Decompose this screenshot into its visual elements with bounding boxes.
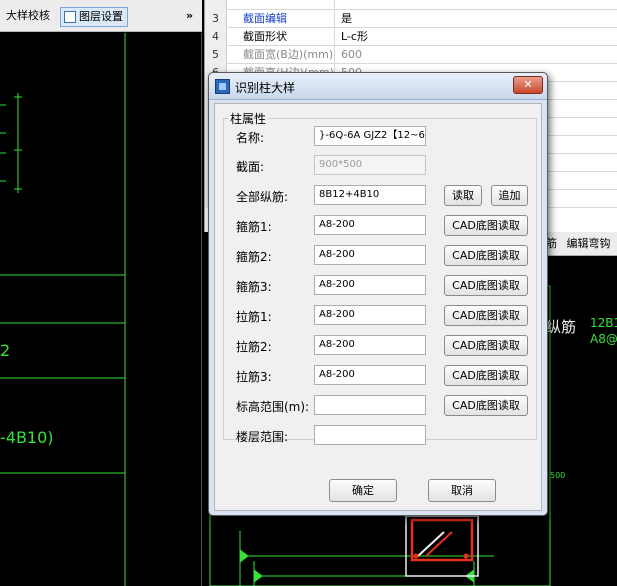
row-key: 截面宽(B边)(mm) [229,46,335,64]
row-value[interactable]: L-c形 [339,28,368,45]
table-row[interactable] [205,0,617,10]
table-row[interactable]: 3 截面编辑 是 [205,10,617,28]
cad-text-2: 2 [0,341,11,360]
dialog-body: 柱属性 名称: }-6Q-6A GJZ2【12~69】 截面: 900*500 … [214,103,542,511]
row-number: 3 [205,10,227,28]
all-long-rebar-input[interactable]: 8B12+4B10 [314,185,426,205]
tie2-label: 拉筋2: [236,340,272,354]
row-number: 5 [205,46,227,64]
row-key [229,0,335,10]
floor-range-label: 楼层范围: [236,430,289,444]
elevation-range-input[interactable] [314,395,426,415]
tie1-label: 拉筋1: [236,310,272,324]
stirrup1-cad-read-button[interactable]: CAD底图读取 [444,215,528,236]
table-row[interactable]: 5 截面宽(B边)(mm) 600 [205,46,617,64]
ok-button[interactable]: 确定 [329,479,397,502]
tie2-cad-read-button[interactable]: CAD底图读取 [444,335,528,356]
stirrup1-input[interactable]: A8-200 [314,215,426,235]
tie1-input[interactable]: A8-200 [314,305,426,325]
elevation-cad-read-button[interactable]: CAD底图读取 [444,395,528,416]
row-key: 截面编辑 [229,10,335,28]
stirrup2-label: 箍筋2: [236,250,272,264]
group-title: 柱属性 [228,110,269,127]
row-number: 4 [205,28,227,46]
drawing-label-a8: A8@1 [590,332,617,346]
stirrup2-input[interactable]: A8-200 [314,245,426,265]
section-input[interactable]: 900*500 [314,155,426,175]
drawing-label-rebar: 纵筋 [546,318,577,336]
left-cad-canvas[interactable]: 2 -4B10) [0,33,202,586]
elevation-range-label: 标高范围(m): [236,400,310,414]
tie2-input[interactable]: A8-200 [314,335,426,355]
drawing-label-12b: 12B1 [590,316,617,330]
append-button[interactable]: 追加 [491,185,528,206]
stirrup1-label: 箍筋1: [236,220,272,234]
tie1-cad-read-button[interactable]: CAD底图读取 [444,305,528,326]
row-value[interactable]: 600 [339,46,362,63]
dialog-title: 识别柱大样 [235,81,296,95]
name-label: 名称: [236,131,265,145]
stirrup3-cad-read-button[interactable]: CAD底图读取 [444,275,528,296]
stirrup2-cad-read-button[interactable]: CAD底图读取 [444,245,528,266]
toolbar-overflow-button[interactable]: » [186,7,193,27]
section-label: 截面: [236,160,265,174]
identify-column-dialog: 识别柱大样 ✕ 柱属性 名称: }-6Q-6A GJZ2【12~69】 截面: … [208,72,548,516]
name-input[interactable]: }-6Q-6A GJZ2【12~69】 [314,126,426,146]
cad-text-rebar: -4B10) [0,428,54,447]
all-long-rebar-label: 全部纵筋: [236,190,289,204]
tie3-input[interactable]: A8-200 [314,365,426,385]
drawing-dim-label: 500 [550,471,566,480]
row-key: 截面形状 [229,28,335,46]
row-value[interactable]: 是 [339,10,352,27]
tie3-label: 拉筋3: [236,370,272,384]
cancel-button[interactable]: 取消 [428,479,496,502]
floor-settings-label: 图层设置 [79,10,123,23]
stirrup3-label: 箍筋3: [236,280,272,294]
sample-check-button[interactable]: 大样校核 [2,7,54,27]
left-cad-drawing [0,33,126,586]
row-number [205,0,227,10]
stirrup3-input[interactable]: A8-200 [314,275,426,295]
table-row[interactable]: 4 截面形状 L-c形 [205,28,617,46]
dialog-title-bar[interactable]: 识别柱大样 ✕ [209,73,547,100]
layer-settings-icon [64,11,76,23]
tab-edit-bend[interactable]: 编辑弯钩 [567,237,611,250]
tie3-cad-read-button[interactable]: CAD底图读取 [444,365,528,386]
app-icon [215,79,230,94]
floor-range-input[interactable] [314,425,426,445]
close-button[interactable]: ✕ [513,76,543,94]
read-button[interactable]: 读取 [444,185,482,206]
left-toolbar: 大样校核 图层设置 » [0,0,202,32]
floor-settings-button[interactable]: 图层设置 [60,7,128,27]
drawing-tab-bar: 筋 编辑弯钩 [540,232,617,256]
